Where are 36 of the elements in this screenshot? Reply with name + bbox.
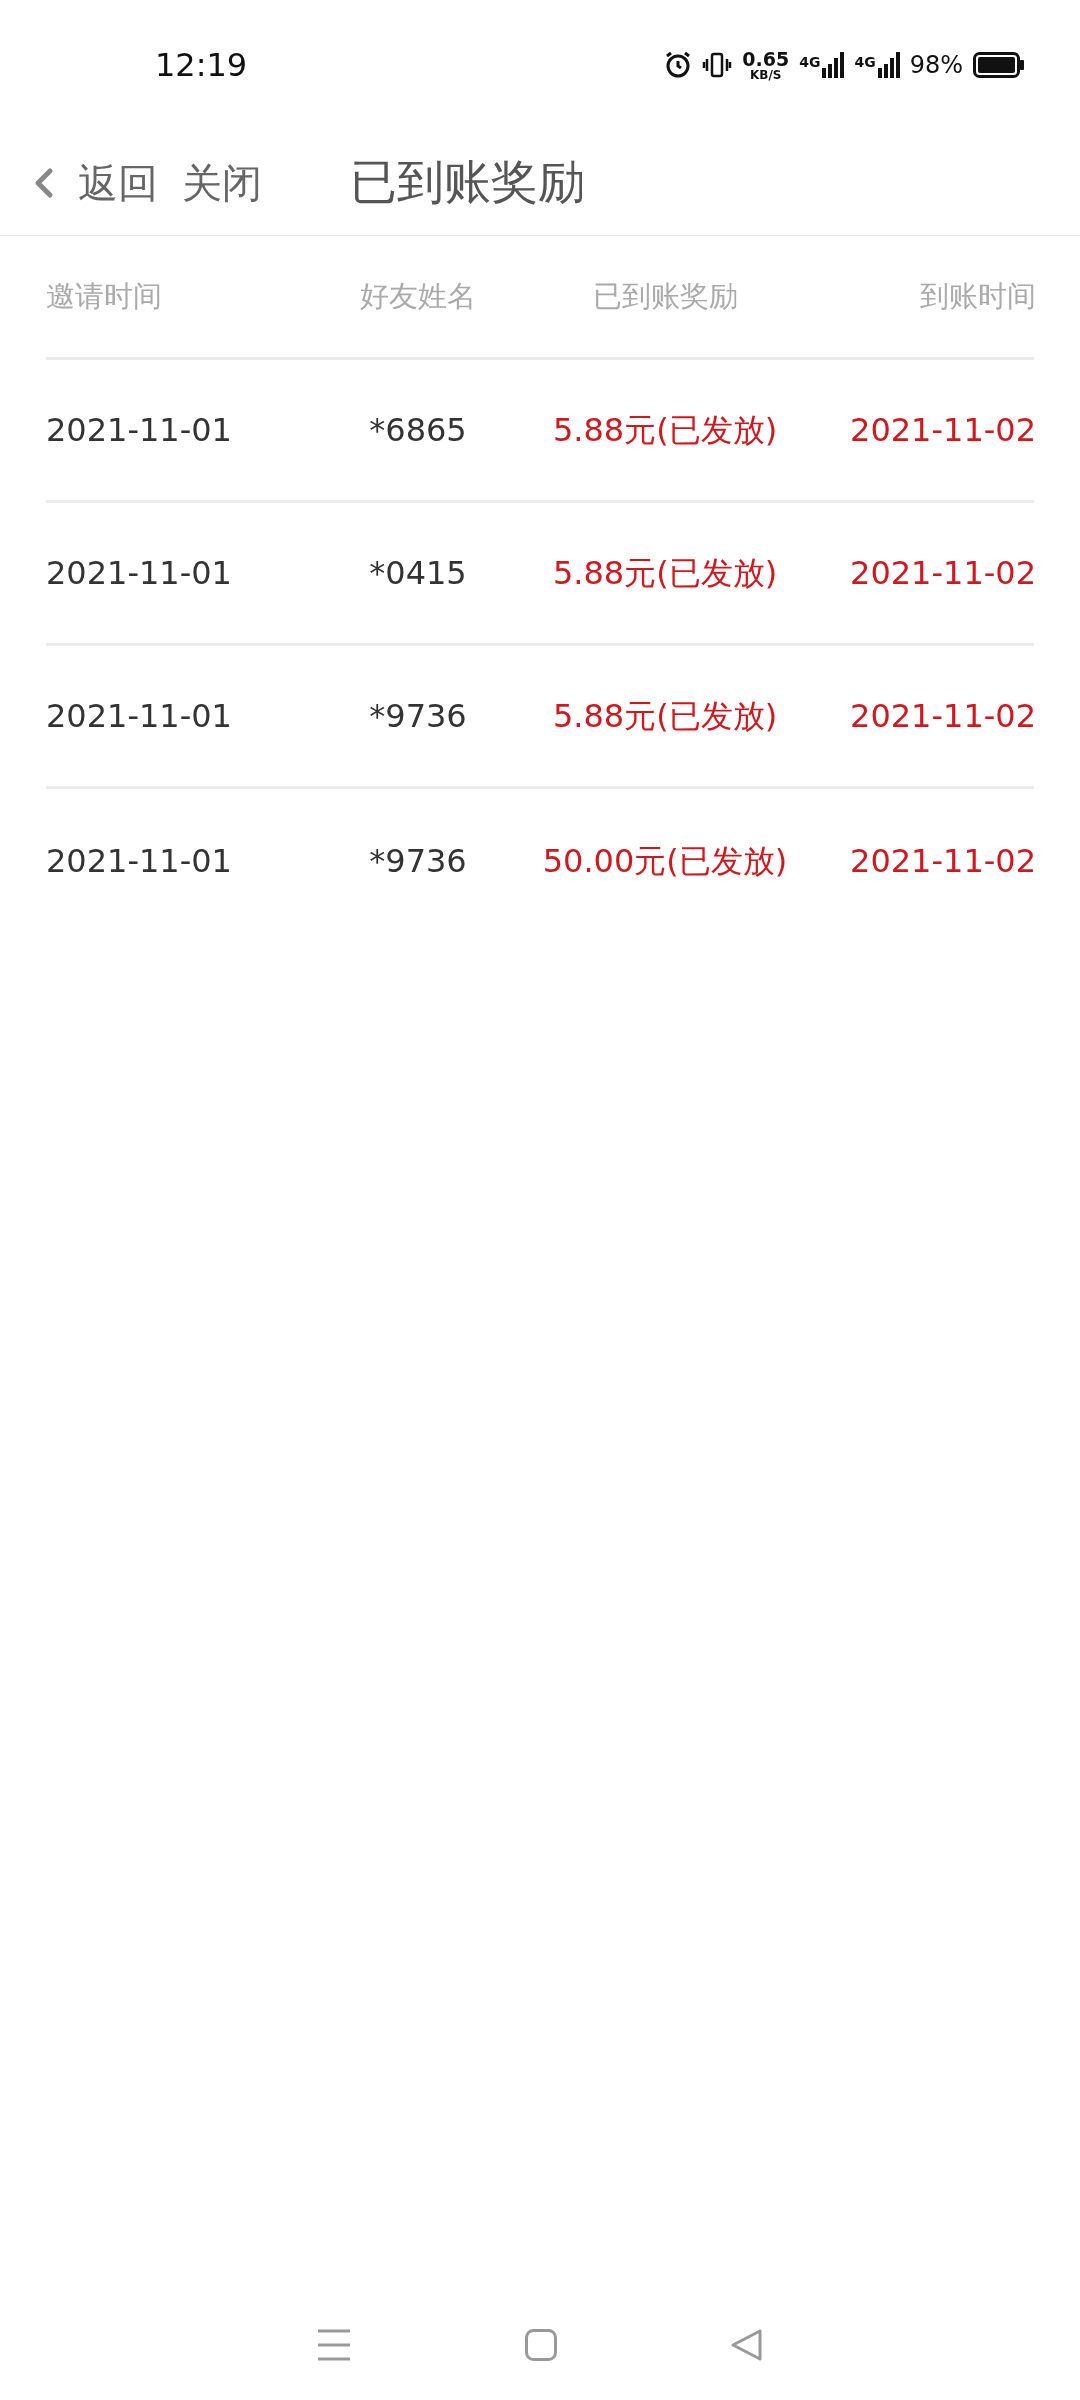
net-speed-unit: KB/S — [750, 68, 782, 81]
column-header: 邀请时间 — [46, 277, 163, 315]
column-header: 已到账奖励 — [591, 277, 739, 315]
table-cell-text: 2021-11-01 — [46, 410, 233, 451]
column-header: 好友姓名 — [359, 277, 477, 315]
signal-icon — [877, 52, 900, 78]
table-cell-text: 2021-11-01 — [46, 840, 233, 882]
close-button[interactable]: 关闭 — [182, 152, 262, 213]
signal-icon — [822, 52, 845, 78]
battery-icon — [973, 52, 1025, 78]
table-cell-text: *0415 — [368, 553, 468, 594]
status-time: 12:19 — [155, 45, 248, 86]
network-type: 4G — [854, 53, 876, 72]
home-icon[interactable] — [525, 2329, 557, 2361]
menu-icon[interactable] — [317, 2329, 351, 2361]
table-cell-text: 2021-11-02 — [849, 840, 1036, 882]
back-button[interactable]: 返回 — [78, 152, 158, 213]
column-header: 到账时间 — [919, 277, 1036, 315]
table-cell-text: 2021-11-01 — [46, 553, 233, 594]
back-nav-icon[interactable] — [731, 2329, 763, 2361]
vibrate-icon — [702, 51, 733, 79]
table-cell-text: *9736 — [368, 696, 468, 737]
battery-percent: 98% — [909, 50, 963, 81]
net-speed: 0.65 — [742, 49, 790, 69]
table-cell-text: 5.88元(已发放) — [551, 696, 779, 737]
table-cell-text: 5.88元(已发放) — [551, 553, 779, 594]
table-cell-text: 5.88元(已发放) — [551, 410, 779, 451]
page-title: 已到账奖励 — [350, 153, 585, 212]
table-cell-text: 50.00元(已发放) — [541, 840, 789, 882]
table-cell-text: *9736 — [368, 840, 468, 882]
table-cell-text: 2021-11-01 — [46, 696, 233, 737]
table-cell-text: 2021-11-02 — [849, 410, 1036, 451]
table-cell-text: 2021-11-02 — [849, 696, 1036, 737]
table-cell-text: *6865 — [368, 410, 468, 451]
table-cell-text: 2021-11-02 — [849, 553, 1036, 594]
network-type: 4G — [799, 53, 821, 72]
